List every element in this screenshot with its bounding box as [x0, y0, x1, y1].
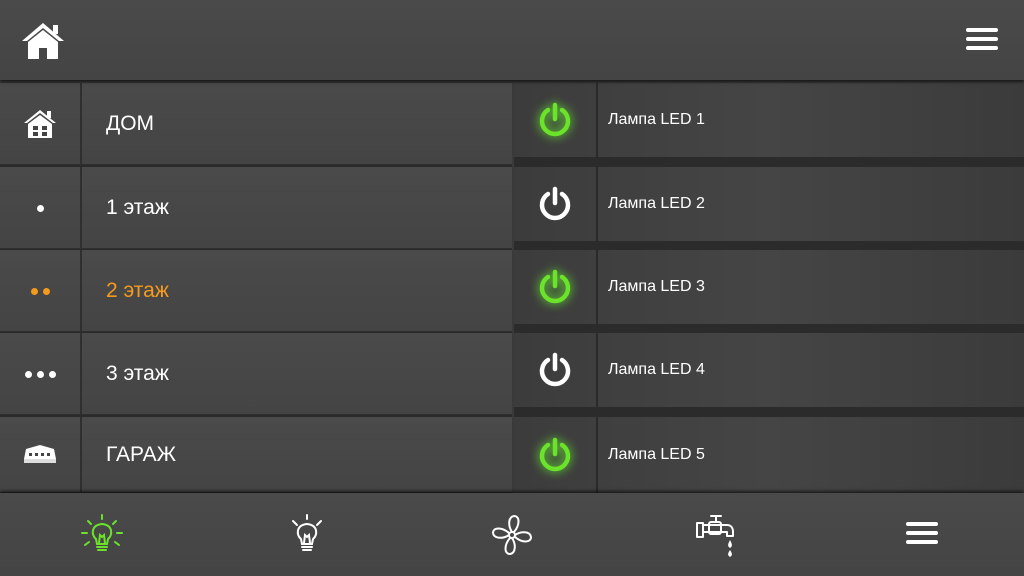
two-dots-icon — [30, 287, 50, 295]
lightbulb-outline-icon — [292, 513, 322, 551]
power-off-icon — [539, 186, 571, 221]
sidebar: ДОМ 1 этаж 2 этаж 3 этаж ГАРАЖ — [0, 83, 512, 493]
power-on-icon — [539, 269, 571, 304]
power-on-icon — [539, 437, 571, 472]
garage-icon — [24, 445, 56, 463]
lamp-name: Лампа LED 5 — [608, 446, 705, 463]
sidebar-item-label: ДОМ — [106, 112, 155, 135]
power-off-icon — [539, 352, 571, 387]
power-toggle-button[interactable] — [514, 83, 598, 157]
sidebar-item-label: 1 этаж — [106, 196, 169, 219]
power-toggle-button[interactable] — [514, 167, 598, 241]
hamburger-menu-icon — [966, 28, 998, 32]
power-toggle-button[interactable] — [514, 250, 598, 324]
list-item: Лампа LED 5 — [514, 417, 1024, 493]
lamp-name: Лампа LED 1 — [608, 111, 705, 128]
sidebar-item-dom[interactable]: ДОМ — [0, 83, 512, 165]
lamp-list: Лампа LED 1 Лампа LED 2 Лампа LED 3 Ламп… — [514, 83, 1024, 493]
lightbulb-icon — [81, 513, 123, 551]
house-icon — [24, 110, 56, 138]
sidebar-item-label: ГАРАЖ — [106, 443, 176, 466]
lamp-name: Лампа LED 3 — [608, 278, 705, 295]
sidebar-item-floor-3[interactable]: 3 этаж — [0, 333, 512, 415]
lamp-name: Лампа LED 4 — [608, 361, 705, 378]
tab-water[interactable] — [615, 493, 819, 576]
sidebar-item-floor-2[interactable]: 2 этаж — [0, 250, 512, 332]
sidebar-item-label: 2 этаж — [106, 279, 169, 302]
power-toggle-button[interactable] — [514, 417, 598, 493]
sidebar-item-garage[interactable]: ГАРАЖ — [0, 417, 512, 493]
sidebar-item-floor-1[interactable]: 1 этаж — [0, 167, 512, 249]
tab-more[interactable] — [820, 493, 1024, 576]
hamburger-menu-icon — [906, 521, 938, 548]
one-dot-icon — [36, 204, 44, 212]
tab-ventilation[interactable] — [410, 493, 614, 576]
list-item: Лампа LED 2 — [514, 167, 1024, 241]
list-item: Лампа LED 4 — [514, 333, 1024, 407]
bottom-nav — [0, 493, 1024, 576]
tab-lighting[interactable] — [0, 493, 204, 576]
three-dots-icon — [24, 370, 56, 378]
sidebar-item-label: 3 этаж — [106, 362, 169, 385]
main-menu-button[interactable] — [966, 28, 998, 54]
tab-lighting-2[interactable] — [205, 493, 409, 576]
lamp-name: Лампа LED 2 — [608, 195, 705, 212]
fan-icon — [492, 514, 532, 555]
water-tap-icon — [696, 514, 734, 557]
list-item: Лампа LED 3 — [514, 250, 1024, 324]
power-toggle-button[interactable] — [514, 333, 598, 407]
home-icon — [22, 23, 64, 59]
top-bar — [0, 0, 1024, 80]
power-on-icon — [539, 102, 571, 137]
list-item: Лампа LED 1 — [514, 83, 1024, 157]
home-button[interactable] — [20, 20, 66, 62]
